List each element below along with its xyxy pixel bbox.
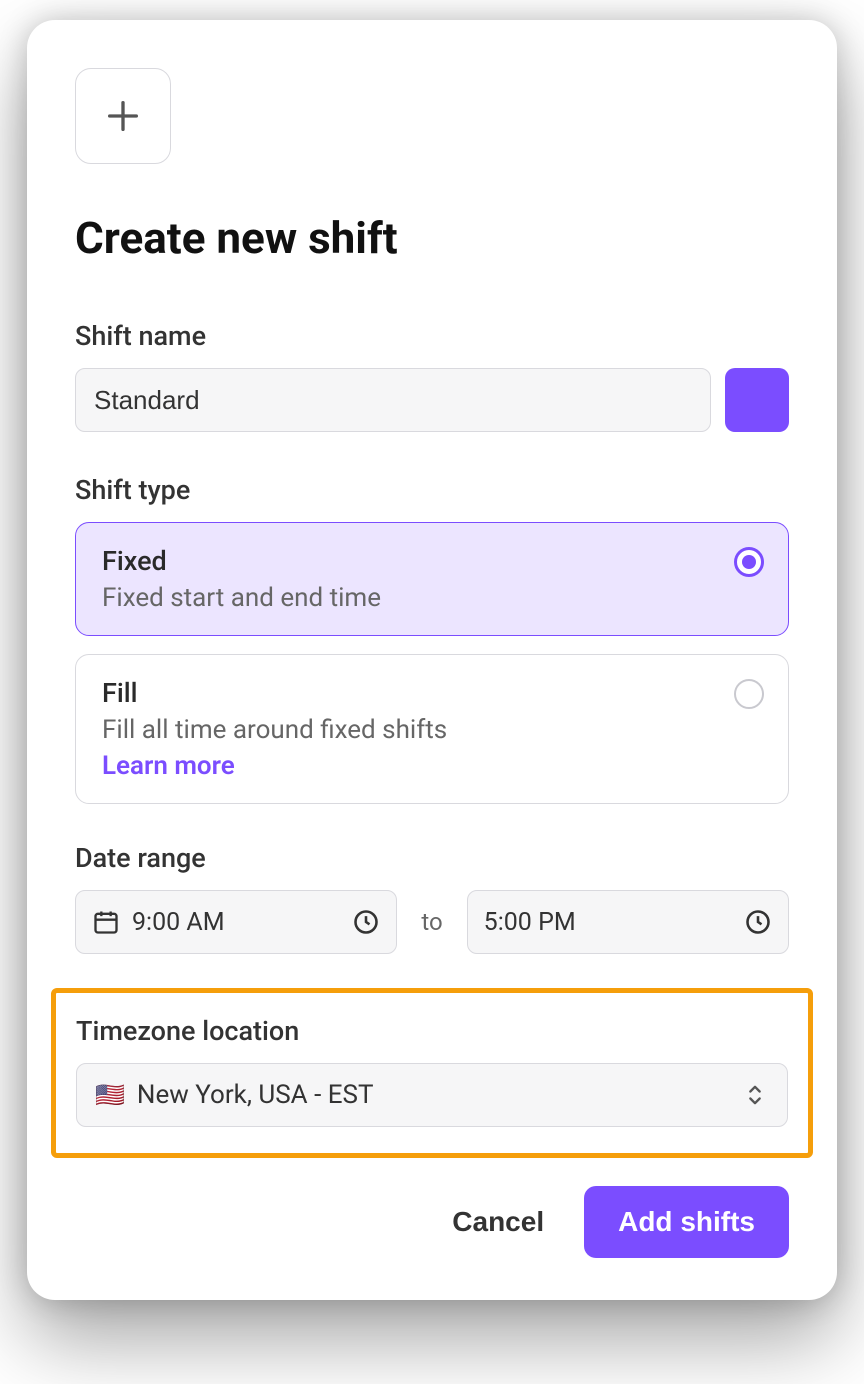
chevron-updown-icon xyxy=(741,1081,769,1109)
add-shifts-button[interactable]: Add shifts xyxy=(584,1186,789,1258)
shift-type-group: Fixed Fixed start and end time Fill Fill… xyxy=(75,522,789,804)
modal-title: Create new shift xyxy=(75,212,789,264)
option-title: Fill xyxy=(102,677,762,709)
date-range-row: 9:00 AM to 5:00 PM xyxy=(75,890,789,954)
date-range-label: Date range xyxy=(75,842,789,874)
calendar-icon xyxy=(92,908,120,936)
create-shift-modal: Create new shift Shift name Shift type F… xyxy=(27,20,837,1300)
shift-type-label: Shift type xyxy=(75,474,789,506)
modal-footer: Cancel Add shifts xyxy=(75,1186,789,1258)
radio-selected-icon xyxy=(734,547,764,577)
timezone-select[interactable]: 🇺🇸 New York, USA - EST xyxy=(76,1063,788,1127)
plus-icon xyxy=(103,96,143,136)
clock-icon xyxy=(744,908,772,936)
cancel-button[interactable]: Cancel xyxy=(452,1206,544,1238)
clock-icon xyxy=(352,908,380,936)
option-desc: Fill all time around fixed shifts xyxy=(102,715,762,745)
timezone-label: Timezone location xyxy=(76,1015,788,1047)
start-time-input[interactable]: 9:00 AM xyxy=(75,890,397,954)
shift-name-label: Shift name xyxy=(75,320,789,352)
radio-unselected-icon xyxy=(734,679,764,709)
end-time-input[interactable]: 5:00 PM xyxy=(467,890,789,954)
timezone-value: New York, USA - EST xyxy=(137,1080,729,1110)
end-time-value: 5:00 PM xyxy=(484,908,732,937)
flag-icon: 🇺🇸 xyxy=(95,1081,125,1109)
add-icon-button[interactable] xyxy=(75,68,171,164)
shift-type-fixed[interactable]: Fixed Fixed start and end time xyxy=(75,522,789,636)
color-swatch[interactable] xyxy=(725,368,789,432)
timezone-highlight: Timezone location 🇺🇸 New York, USA - EST xyxy=(51,988,813,1158)
shift-type-fill[interactable]: Fill Fill all time around fixed shifts L… xyxy=(75,654,789,804)
shift-name-row xyxy=(75,368,789,432)
start-time-value: 9:00 AM xyxy=(132,908,340,937)
option-title: Fixed xyxy=(102,545,762,577)
shift-name-input[interactable] xyxy=(75,368,711,432)
to-label: to xyxy=(421,908,442,936)
option-desc: Fixed start and end time xyxy=(102,583,762,613)
learn-more-link[interactable]: Learn more xyxy=(102,751,235,781)
